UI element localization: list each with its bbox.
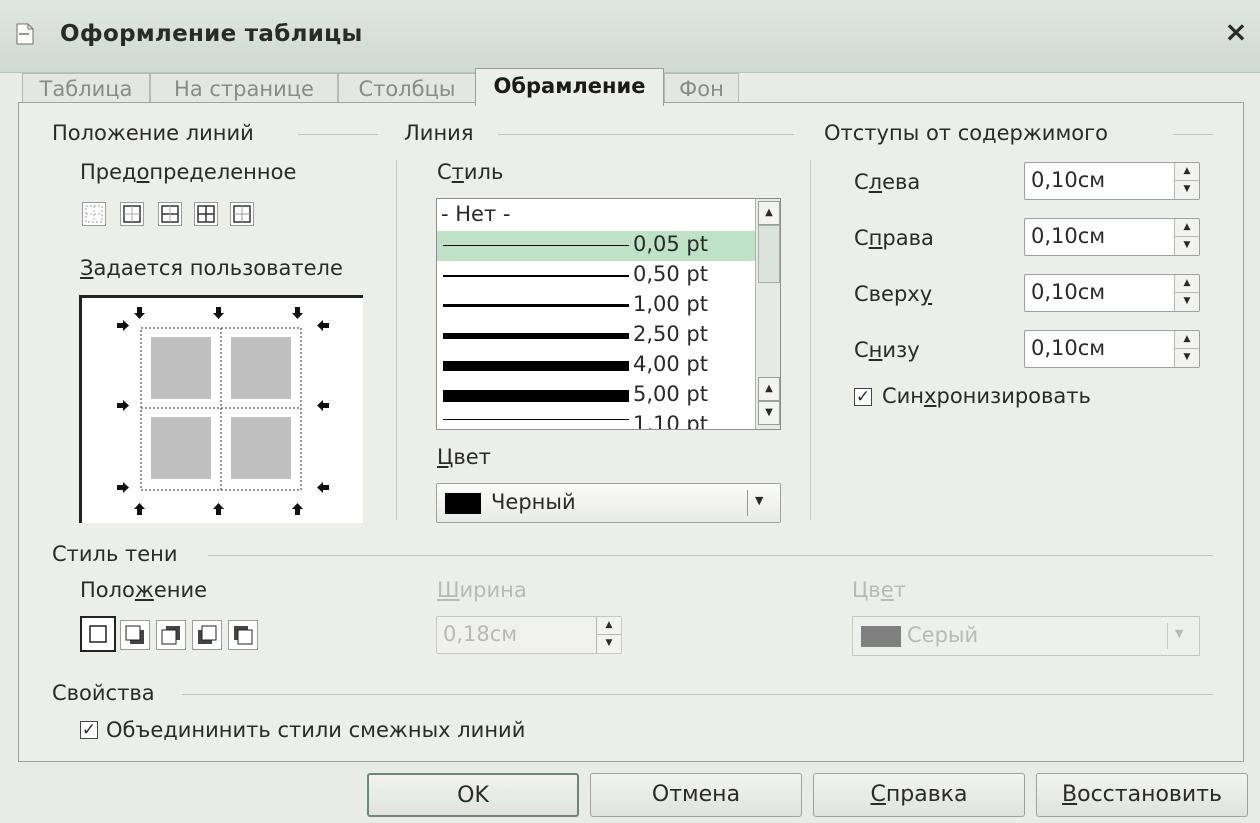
shadow-bottom-left[interactable]: [192, 620, 222, 650]
shadow-color-select[interactable]: Серый ▼: [852, 616, 1200, 656]
shadow-top-left[interactable]: [228, 620, 258, 650]
sync-label: Синхронизировать: [882, 384, 1091, 408]
stepper-up-icon[interactable]: ▲: [1175, 163, 1199, 181]
line-section-title: Линия: [404, 121, 474, 145]
stepper-down-icon[interactable]: ▼: [1175, 181, 1199, 198]
preset-outer[interactable]: [120, 202, 144, 226]
scroll-up-icon[interactable]: ▲: [758, 201, 780, 225]
divider: [182, 694, 1213, 695]
scroll-thumb[interactable]: [758, 225, 780, 283]
scroll-up-icon[interactable]: ▲: [758, 377, 780, 401]
color-swatch: [861, 626, 901, 647]
shadow-bottom-right[interactable]: [120, 620, 150, 650]
divider: [747, 490, 748, 516]
preset-outer-horizontal-icon: [161, 205, 179, 223]
window-title: Оформление таблицы: [60, 21, 363, 47]
line-arrangement-title: Положение линий: [52, 121, 254, 145]
preset-all-icon: [197, 205, 215, 223]
preset-all[interactable]: [194, 202, 218, 226]
spacing-bottom-label: Снизу: [854, 338, 920, 362]
color-swatch: [445, 493, 481, 514]
reset-button[interactable]: Восстановить: [1036, 773, 1248, 817]
stepper-up-icon[interactable]: ▲: [1175, 331, 1199, 349]
spacing-right-label: Справа: [854, 226, 934, 250]
shadow-width-field[interactable]: 0,18см ▲ ▼: [436, 616, 622, 654]
stepper-down-icon[interactable]: ▼: [1175, 293, 1199, 310]
spacing-top-field[interactable]: 0,10см ▲ ▼: [1024, 274, 1200, 312]
preset-outer-only-inner-thin[interactable]: [230, 202, 254, 226]
tab-table[interactable]: Таблица: [22, 73, 150, 103]
preset-outer-inner-icon: [233, 205, 251, 223]
style-label: Стиль: [437, 160, 504, 184]
shadow-bottom-left-icon: [198, 625, 217, 644]
tab-columns[interactable]: Столбцы: [338, 73, 476, 103]
preset-none-icon: [85, 205, 103, 223]
user-defined-label: Задается пользователе: [80, 256, 343, 280]
spacing-bottom-field[interactable]: 0,10см ▲ ▼: [1024, 330, 1200, 368]
divider: [208, 555, 1213, 556]
divider: [810, 160, 811, 520]
cancel-button[interactable]: Отмена: [590, 773, 802, 817]
stepper-up-icon[interactable]: ▲: [597, 617, 621, 635]
stepper-down-icon[interactable]: ▼: [1175, 237, 1199, 254]
tab-background[interactable]: Фон: [664, 73, 739, 103]
tab-text-flow[interactable]: На странице: [150, 73, 338, 103]
tab-borders[interactable]: Обрамление: [475, 68, 664, 106]
ok-button[interactable]: OK: [367, 773, 579, 817]
close-button[interactable]: ×: [1220, 16, 1252, 48]
default-label: Предопределенное: [80, 160, 297, 184]
shadow-color-value: Серый: [907, 623, 979, 647]
properties-section-title: Свойства: [52, 681, 155, 705]
shadow-section-title: Стиль тени: [52, 542, 178, 566]
preset-outer-horizontal[interactable]: [158, 202, 182, 226]
shadow-none-icon: [89, 625, 107, 643]
spacing-left-field[interactable]: 0,10см ▲ ▼: [1024, 162, 1200, 200]
preset-outer-icon: [123, 205, 141, 223]
shadow-position-label: Положение: [80, 578, 208, 602]
color-value: Черный: [491, 490, 576, 514]
list-item[interactable]: 1,10 pt: [437, 411, 755, 429]
list-item[interactable]: 1,00 pt: [437, 291, 755, 321]
divider: [1167, 623, 1168, 649]
shadow-none[interactable]: [80, 616, 116, 652]
scroll-down-icon[interactable]: ▼: [758, 401, 780, 425]
shadow-top-left-icon: [234, 626, 253, 645]
shadow-width-label: Ширина: [437, 578, 527, 602]
shadow-color-label: Цвет: [852, 578, 906, 602]
divider: [1173, 134, 1213, 135]
border-preview[interactable]: [79, 295, 363, 523]
help-button[interactable]: Справка: [813, 773, 1025, 817]
line-color-select[interactable]: Черный ▼: [436, 483, 781, 523]
line-color-label: Цвет: [437, 445, 491, 469]
line-style-list[interactable]: - Нет - 0,05 pt 0,50 pt 1,00 pt 2,50 pt …: [436, 198, 781, 430]
spacing-right-field[interactable]: 0,10см ▲ ▼: [1024, 218, 1200, 256]
stepper-down-icon[interactable]: ▼: [597, 635, 621, 652]
divider: [298, 134, 378, 135]
shadow-top-right[interactable]: [156, 620, 186, 650]
list-item[interactable]: 5,00 pt: [437, 381, 755, 411]
spacing-top-label: Сверху: [854, 282, 933, 306]
list-item[interactable]: 0,50 pt: [437, 261, 755, 291]
sync-checkbox[interactable]: ✓: [854, 388, 872, 406]
chevron-down-icon: ▼: [1175, 627, 1184, 640]
shadow-bottom-right-icon: [125, 625, 144, 644]
stepper-up-icon[interactable]: ▲: [1175, 275, 1199, 293]
list-item[interactable]: 2,50 pt: [437, 321, 755, 351]
merge-label: Объедининить стили смежных линий: [106, 718, 526, 742]
spacing-left-label: Слева: [854, 170, 921, 194]
list-item[interactable]: - Нет -: [437, 201, 755, 231]
stepper-down-icon[interactable]: ▼: [1175, 349, 1199, 366]
list-item-selected[interactable]: 0,05 pt: [437, 231, 755, 261]
divider: [396, 160, 397, 520]
shadow-top-right-icon: [161, 626, 180, 645]
chevron-down-icon: ▼: [755, 494, 764, 507]
scrollbar[interactable]: ▲ ▲ ▼: [755, 199, 780, 429]
merge-checkbox[interactable]: ✓: [80, 721, 98, 739]
stepper-up-icon[interactable]: ▲: [1175, 219, 1199, 237]
app-icon: [16, 23, 34, 45]
list-item[interactable]: 4,00 pt: [437, 351, 755, 381]
divider: [498, 134, 794, 135]
spacing-section-title: Отступы от содержимого: [824, 121, 1109, 145]
preset-none[interactable]: [82, 202, 106, 226]
